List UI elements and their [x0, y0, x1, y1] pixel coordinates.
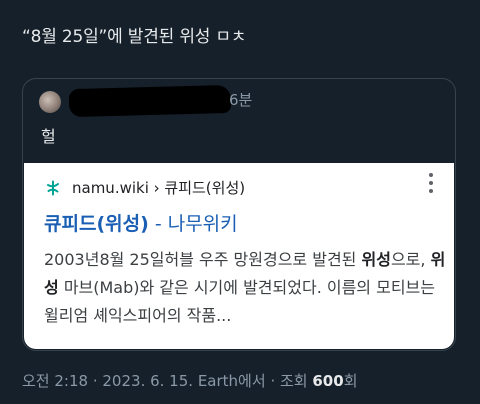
tweet-detail: “8월 25일”에 발견된 위성 ㅁㅊ 6분 헐 namu.wiki › 큐피드… [0, 0, 480, 404]
tweet-time[interactable]: 오전 2:18 [22, 372, 88, 390]
quoted-tweet-header [39, 91, 61, 113]
quoted-tweet-text: 헐 [41, 127, 56, 146]
meta-separator: · [270, 372, 280, 390]
result-title-link[interactable]: 큐피드(위성) - 나무위키 [44, 209, 238, 236]
more-vert-icon[interactable] [428, 173, 434, 193]
views-count: 600 [312, 372, 344, 390]
views-unit: 회 [343, 372, 358, 390]
views-label: 조회 [279, 372, 308, 390]
snippet-text: 마브(Mab)와 같은 시기에 발견되었다. 이름의 모티브는 윌리엄 셰익스피… [44, 278, 435, 325]
result-site-url: namu.wiki › 큐피드(위성) [72, 179, 246, 197]
meta-separator: · [92, 372, 103, 390]
result-title: 큐피드(위성) [44, 213, 149, 235]
namu-wiki-icon [44, 179, 62, 196]
tweet-source: Earth에서 [197, 372, 266, 390]
redaction-scribble [68, 84, 232, 118]
result-title-separator: - [148, 213, 168, 235]
tweet-text: “8월 25일”에 발견된 위성 ㅁㅊ [22, 27, 247, 47]
avatar[interactable] [39, 91, 61, 113]
tweet-meta: 오전 2:18 · 2023. 6. 15. Earth에서 · 조회 600회 [22, 370, 358, 391]
result-title-site: 나무위키 [167, 213, 238, 235]
result-source: namu.wiki › 큐피드(위성) [44, 177, 245, 198]
search-result-screenshot: namu.wiki › 큐피드(위성) 큐피드(위성) - 나무위키 2003년… [24, 163, 454, 349]
quoted-tweet-time[interactable]: 6분 [229, 89, 252, 110]
quoted-tweet-card[interactable]: 6분 헐 namu.wiki › 큐피드(위성) 큐피드(위성) - 나무위키 … [22, 78, 456, 351]
tweet-date[interactable]: 2023. 6. 15. [102, 372, 193, 390]
snippet-text: 2003년8월 25일허블 우주 망원경으로 발견된 [44, 250, 362, 269]
snippet-highlight: 위성 [361, 250, 391, 269]
snippet-text: 으로, [390, 250, 431, 269]
result-snippet: 2003년8월 25일허블 우주 망원경으로 발견된 위성으로, 위성 마브(M… [44, 246, 448, 330]
